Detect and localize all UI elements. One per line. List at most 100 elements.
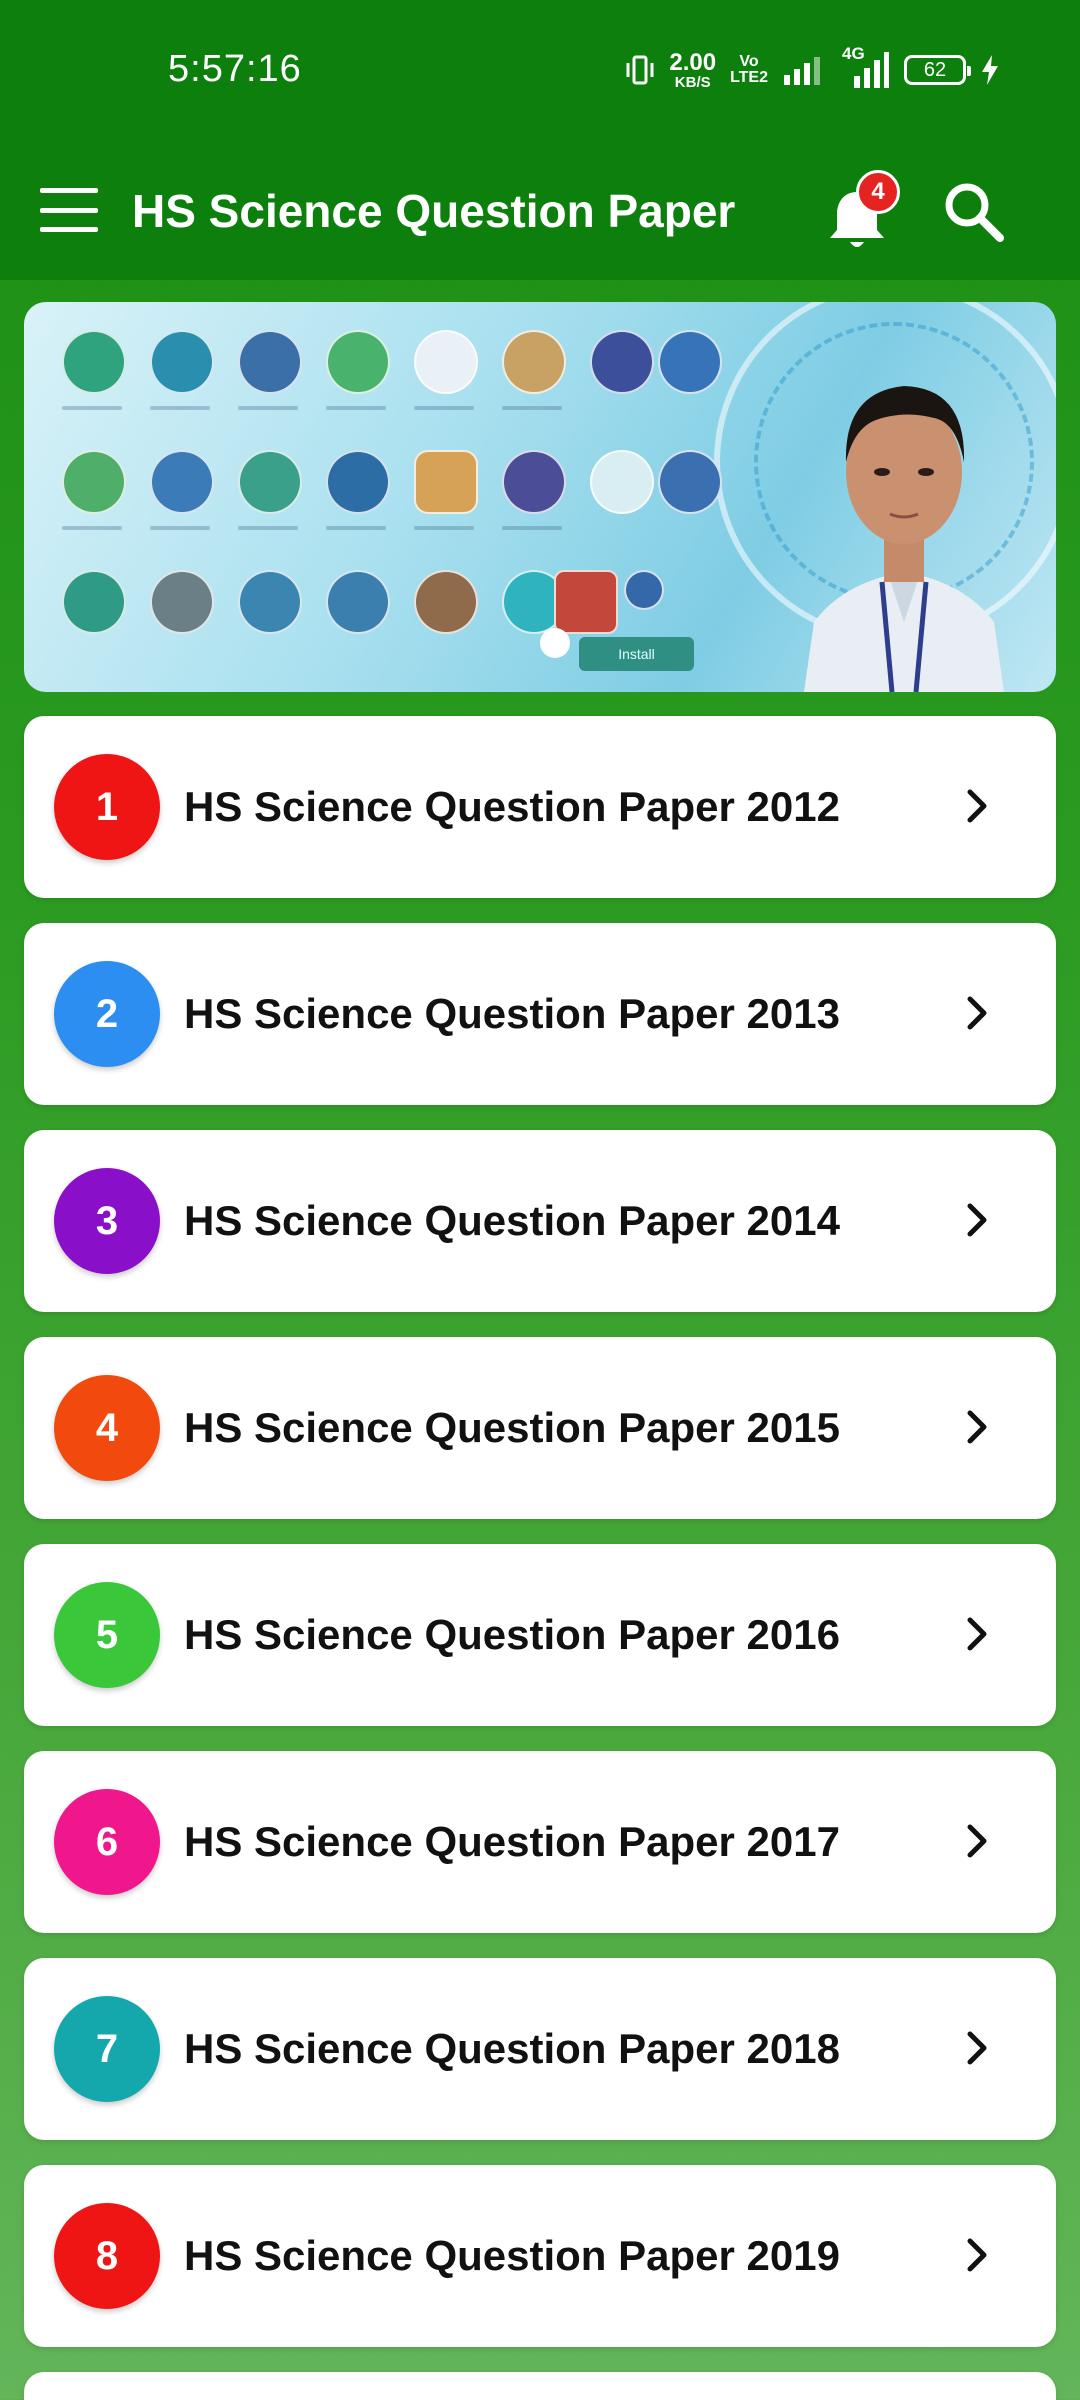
banner-app-icon	[658, 330, 722, 394]
banner-app-icon	[414, 330, 478, 394]
list-item[interactable]: 7 HS Science Question Paper 2018	[24, 1958, 1056, 2140]
banner-app-icon	[326, 330, 390, 394]
volte-indicator: Vo LTE2	[730, 54, 768, 86]
promo-banner[interactable]: Install	[24, 302, 1056, 692]
item-number: 7	[95, 2026, 119, 2071]
banner-app-icon	[590, 450, 654, 514]
list-item[interactable]: 2 HS Science Question Paper 2013	[24, 923, 1056, 1105]
search-button[interactable]	[940, 168, 1020, 248]
battery-level: 62	[923, 58, 947, 81]
item-label: HS Science Question Paper 2019	[184, 2232, 840, 2279]
list-item[interactable]: 8 HS Science Question Paper 2019	[24, 2165, 1056, 2347]
banner-text-line	[502, 526, 562, 530]
item-number: 5	[95, 1612, 119, 1657]
item-number-circle: 7	[54, 1996, 160, 2102]
banner-text-line	[326, 526, 386, 530]
item-label: HS Science Question Paper 2012	[184, 783, 840, 830]
battery-icon: 62	[904, 55, 971, 85]
list-item[interactable]: 6 HS Science Question Paper 2017	[24, 1751, 1056, 1933]
banner-app-icon	[502, 450, 566, 514]
banner-text-line	[62, 406, 122, 410]
net-speed: 2.00 KB/S	[669, 48, 717, 91]
banner-app-icon	[150, 330, 214, 394]
banner-app-icon	[326, 450, 390, 514]
chevron-right-icon	[967, 789, 987, 823]
banner-app-icon	[414, 450, 478, 514]
app-title: HS Science Question Paper	[132, 185, 736, 237]
person-photo	[804, 386, 1004, 692]
item-number-circle: 2	[54, 961, 160, 1067]
signal-icon	[784, 57, 820, 85]
item-label: HS Science Question Paper 2013	[184, 990, 840, 1037]
banner-app-icon	[414, 570, 478, 634]
list-item[interactable]: 5 HS Science Question Paper 2016	[24, 1544, 1056, 1726]
net-speed-value: 2.00	[669, 48, 717, 76]
notification-badge: 4	[856, 170, 900, 214]
search-icon	[945, 183, 1004, 242]
item-label: HS Science Question Paper 2016	[184, 1611, 840, 1658]
signal-icon-2	[854, 52, 889, 88]
banner-app-grid	[54, 326, 722, 666]
chevron-right-icon	[967, 1824, 987, 1858]
banner-text-line	[62, 526, 122, 530]
banner-app-icon	[62, 570, 126, 634]
list-item[interactable]: 3 HS Science Question Paper 2014	[24, 1130, 1056, 1312]
hamburger-menu-icon[interactable]	[40, 188, 100, 232]
chevron-right-icon	[967, 1410, 987, 1444]
banner-app-icon	[238, 570, 302, 634]
item-label: HS Science Question Paper 2017	[184, 1818, 840, 1865]
list-item[interactable]: 4 HS Science Question Paper 2015	[24, 1337, 1056, 1519]
banner-text-line	[150, 526, 210, 530]
volte-top: Vo	[739, 53, 759, 70]
item-label: HS Science Question Paper 2018	[184, 2025, 840, 2072]
charging-icon	[982, 55, 998, 85]
item-number-circle: 8	[54, 2203, 160, 2309]
status-time: 5:57:16	[168, 48, 302, 90]
list-item-partial[interactable]	[24, 2372, 1056, 2400]
item-number-circle: 1	[54, 754, 160, 860]
banner-app-icon	[150, 570, 214, 634]
banner-app-icon	[150, 450, 214, 514]
item-number-circle: 5	[54, 1582, 160, 1688]
banner-text-line	[238, 406, 298, 410]
banner-text-line	[414, 406, 474, 410]
notification-button[interactable]: 4	[822, 170, 902, 250]
banner-app-icon	[238, 450, 302, 514]
status-icons: 2.00 KB/S Vo LTE2 4G 62	[625, 44, 1000, 92]
chevron-right-icon	[967, 996, 987, 1030]
item-number: 1	[95, 784, 119, 829]
banner-app-icon	[658, 450, 722, 514]
item-number: 8	[95, 2233, 119, 2278]
item-number-circle: 3	[54, 1168, 160, 1274]
banner-text-line	[502, 406, 562, 410]
app-bar: HS Science Question Paper 4	[0, 140, 1080, 280]
banner-text-line	[238, 526, 298, 530]
item-number: 2	[95, 991, 119, 1036]
item-number: 6	[95, 1819, 119, 1864]
item-number-circle: 4	[54, 1375, 160, 1481]
carousel-indicator-dot[interactable]	[540, 628, 570, 658]
item-label: HS Science Question Paper 2015	[184, 1404, 840, 1451]
list-item[interactable]: 1 HS Science Question Paper 2012	[24, 716, 1056, 898]
banner-install-button: Install	[579, 637, 694, 671]
item-number-circle: 6	[54, 1789, 160, 1895]
item-number: 3	[95, 1198, 119, 1243]
vibrate-icon	[626, 55, 654, 85]
net-speed-unit: KB/S	[674, 73, 711, 91]
banner-app-icon	[62, 450, 126, 514]
banner-app-icon	[590, 330, 654, 394]
banner-app-icon	[326, 570, 390, 634]
volte-bottom: LTE2	[730, 69, 768, 86]
chevron-right-icon	[967, 2031, 987, 2065]
banner-app-icon	[624, 570, 664, 610]
network-4g-indicator: 4G	[836, 44, 890, 90]
status-bar: 5:57:16 2.00 KB/S Vo LTE2 4G 62	[0, 0, 1080, 140]
banner-app-icon	[62, 330, 126, 394]
banner-text-line	[414, 526, 474, 530]
chevron-right-icon	[967, 1617, 987, 1651]
item-number: 4	[95, 1405, 119, 1450]
banner-app-icon	[554, 570, 618, 634]
banner-text-line	[150, 406, 210, 410]
banner-app-icon	[502, 330, 566, 394]
banner-app-icon	[238, 330, 302, 394]
